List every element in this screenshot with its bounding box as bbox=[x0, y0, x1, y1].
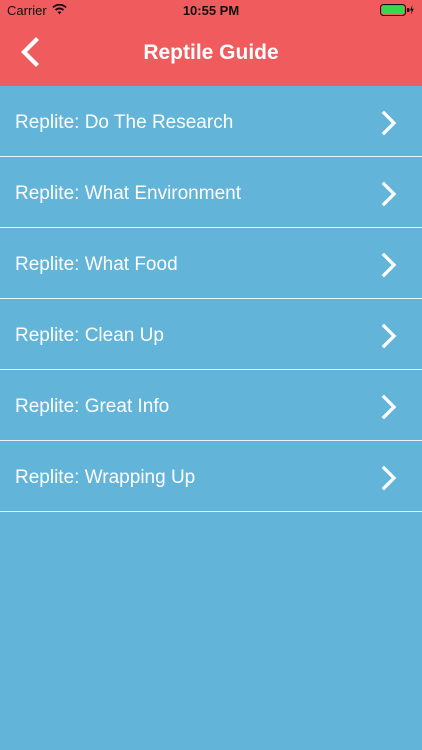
app-screen: Carrier 10:55 PM Reptile Guide Replite: … bbox=[0, 0, 422, 750]
list-item-label: Replite: What Food bbox=[15, 254, 178, 275]
list-item-what-food[interactable]: Replite: What Food bbox=[0, 228, 422, 299]
list-item-wrapping-up[interactable]: Replite: Wrapping Up bbox=[0, 441, 422, 512]
chevron-right-icon bbox=[381, 323, 397, 349]
status-bar: Carrier 10:55 PM bbox=[0, 0, 422, 22]
chevron-right-icon bbox=[381, 110, 397, 136]
chevron-right-icon bbox=[381, 394, 397, 420]
battery-icon bbox=[380, 4, 414, 16]
navigation-header: Carrier 10:55 PM Reptile Guide bbox=[0, 0, 422, 86]
list-item-what-environment[interactable]: Replite: What Environment bbox=[0, 157, 422, 228]
list-item-great-info[interactable]: Replite: Great Info bbox=[0, 370, 422, 441]
list-item-clean-up[interactable]: Replite: Clean Up bbox=[0, 299, 422, 370]
time-label: 10:55 PM bbox=[182, 3, 240, 18]
chevron-right-icon bbox=[381, 252, 397, 278]
page-title: Reptile Guide bbox=[143, 41, 279, 64]
list-item-label: Replite: What Environment bbox=[15, 183, 241, 204]
list-item-label: Replite: Clean Up bbox=[15, 325, 164, 346]
chevron-right-icon bbox=[381, 181, 397, 207]
list-item-label: Replite: Wrapping Up bbox=[15, 467, 196, 488]
list-item-do-the-research[interactable]: Replite: Do The Research bbox=[0, 86, 422, 157]
list-item-label: Replite: Great Info bbox=[15, 396, 170, 417]
chevron-right-icon bbox=[381, 465, 397, 491]
reptile-guide-list: Replite: Do The Research Replite: What E… bbox=[0, 86, 422, 512]
list-item-label: Replite: Do The Research bbox=[15, 112, 234, 133]
